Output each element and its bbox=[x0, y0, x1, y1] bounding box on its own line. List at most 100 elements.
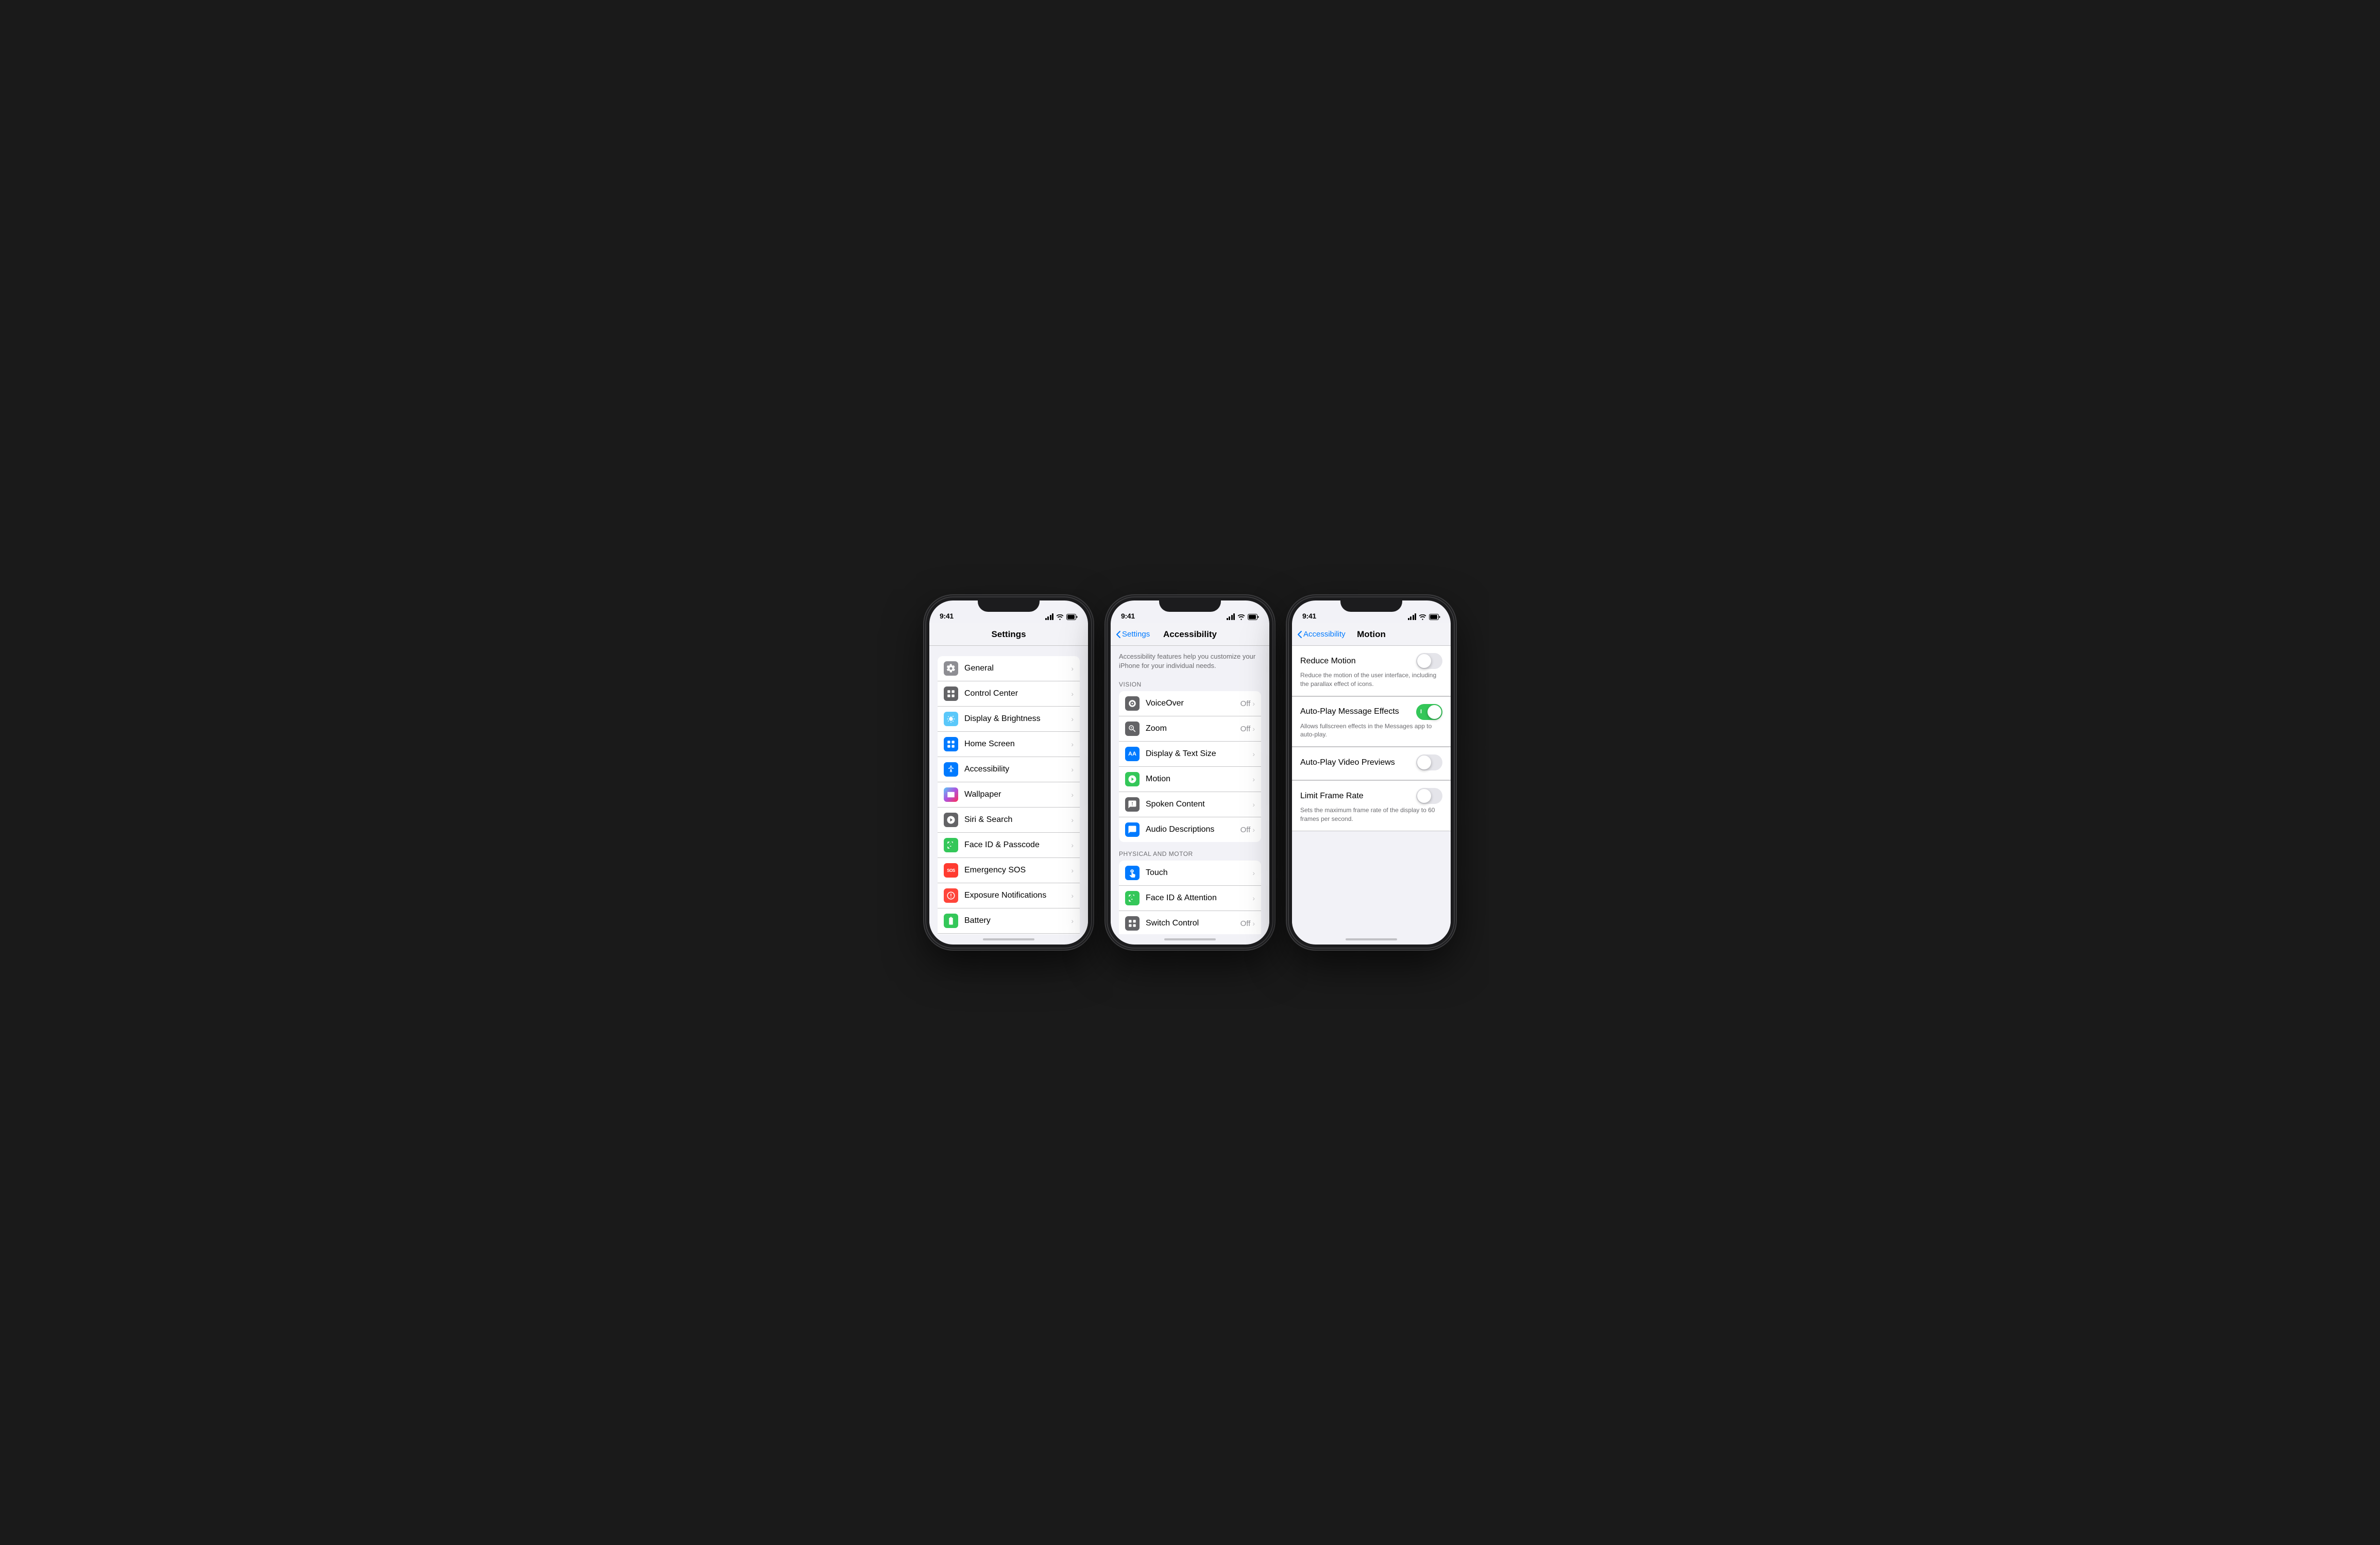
label-motion: Motion bbox=[1146, 775, 1252, 784]
row-motion[interactable]: Motion › bbox=[1119, 767, 1261, 792]
signal-bar-4 bbox=[1052, 613, 1053, 620]
wifi-icon-3 bbox=[1419, 614, 1426, 620]
sb4 bbox=[1415, 613, 1416, 620]
nav-back-3[interactable]: Accessibility bbox=[1297, 630, 1346, 639]
chevron-cc: › bbox=[1071, 690, 1074, 698]
motion-row-frame: Limit Frame Rate Sets the maximum frame … bbox=[1292, 780, 1451, 831]
toggle-reduce-motion[interactable] bbox=[1416, 653, 1442, 669]
sos-text: SOS bbox=[947, 868, 955, 873]
row-display-text[interactable]: AA Display & Text Size › bbox=[1119, 742, 1261, 767]
icon-voiceover bbox=[1125, 696, 1140, 711]
s4 bbox=[1233, 613, 1235, 620]
toggle-autoplay-msg[interactable] bbox=[1416, 704, 1442, 720]
icon-general bbox=[944, 661, 958, 676]
icon-display-text: AA bbox=[1125, 747, 1140, 761]
icon-zoom bbox=[1125, 722, 1140, 736]
faceid-att-icon bbox=[1128, 894, 1137, 903]
controlcenter-icon bbox=[946, 689, 956, 698]
chevron-general: › bbox=[1071, 664, 1074, 673]
row-exposure[interactable]: Exposure Notifications › bbox=[938, 883, 1080, 908]
icon-home-screen bbox=[944, 737, 958, 751]
row-home-screen[interactable]: Home Screen › bbox=[938, 732, 1080, 757]
row-sos[interactable]: SOS Emergency SOS › bbox=[938, 858, 1080, 883]
chevron-faceid: › bbox=[1071, 841, 1074, 849]
chevron-ad: › bbox=[1252, 826, 1255, 834]
row-control-center[interactable]: Control Center › bbox=[938, 681, 1080, 707]
voiceover-icon bbox=[1128, 699, 1137, 708]
sb2 bbox=[1410, 616, 1412, 620]
signal-bar-3 bbox=[1050, 615, 1051, 620]
chevron-dt: › bbox=[1252, 750, 1255, 758]
audiodesc-icon bbox=[1128, 825, 1137, 834]
chevron-accessibility: › bbox=[1071, 765, 1074, 774]
row-general[interactable]: General › bbox=[938, 656, 1080, 681]
settings-group-1: General › Control Center › bbox=[938, 656, 1080, 934]
home-bar-1 bbox=[983, 938, 1034, 940]
motion-title-frame: Limit Frame Rate bbox=[1300, 792, 1364, 801]
signal-bar-1 bbox=[1045, 618, 1047, 620]
back-chevron-3 bbox=[1297, 630, 1302, 639]
screen-3: 9:41 Accessibility Motion bbox=[1292, 600, 1451, 945]
value-switch-ctrl: Off bbox=[1240, 919, 1251, 928]
value-voiceover: Off bbox=[1240, 699, 1251, 708]
row-voiceover[interactable]: VoiceOver Off › bbox=[1119, 691, 1261, 716]
row-touch[interactable]: Touch › bbox=[1119, 861, 1261, 886]
row-audio-desc[interactable]: Audio Descriptions Off › bbox=[1119, 817, 1261, 842]
label-voiceover: VoiceOver bbox=[1146, 699, 1240, 708]
status-icons-2 bbox=[1227, 613, 1260, 620]
motion-desc-frame: Sets the maximum frame rate of the displ… bbox=[1300, 806, 1442, 823]
toggle-thumb-reduce bbox=[1417, 654, 1431, 668]
content-1[interactable]: General › Control Center › bbox=[929, 646, 1088, 934]
signal-bar-2 bbox=[1047, 616, 1049, 620]
nav-back-2[interactable]: Settings bbox=[1116, 630, 1150, 639]
icon-faceid-att bbox=[1125, 891, 1140, 905]
motion-row-autoplay-header: Auto-Play Message Effects bbox=[1300, 704, 1442, 720]
signal-bars-3 bbox=[1408, 613, 1417, 620]
battery-icon-3 bbox=[1429, 614, 1440, 620]
nav-title-2: Accessibility bbox=[1163, 629, 1217, 640]
row-accessibility[interactable]: Accessibility › bbox=[938, 757, 1080, 782]
toggle-frame[interactable] bbox=[1416, 788, 1442, 804]
row-zoom[interactable]: Zoom Off › bbox=[1119, 716, 1261, 742]
motion-row-video-header: Auto-Play Video Previews bbox=[1300, 754, 1442, 770]
phone-2: 9:41 Settings Accessibility Acc bbox=[1108, 597, 1272, 948]
gear-icon bbox=[946, 664, 956, 673]
icon-touch bbox=[1125, 866, 1140, 880]
notch-1 bbox=[978, 597, 1040, 612]
content-3[interactable]: Reduce Motion Reduce the motion of the u… bbox=[1292, 646, 1451, 934]
nav-bar-2: Settings Accessibility bbox=[1111, 623, 1269, 646]
chevron-wallpaper: › bbox=[1071, 791, 1074, 799]
label-control-center: Control Center bbox=[964, 689, 1071, 698]
content-2[interactable]: Accessibility features help you customiz… bbox=[1111, 646, 1269, 934]
faceid-icon bbox=[946, 840, 956, 850]
brightness-icon bbox=[946, 714, 956, 724]
label-accessibility: Accessibility bbox=[964, 765, 1071, 774]
chevron-home: › bbox=[1071, 740, 1074, 748]
chevron-fia: › bbox=[1252, 894, 1255, 902]
row-display[interactable]: Display & Brightness › bbox=[938, 707, 1080, 732]
toggle-video[interactable] bbox=[1416, 754, 1442, 770]
row-wallpaper[interactable]: Wallpaper › bbox=[938, 782, 1080, 808]
row-battery[interactable]: Battery › bbox=[938, 908, 1080, 934]
label-zoom: Zoom bbox=[1146, 724, 1240, 733]
phone-1: 9:41 Settings bbox=[926, 597, 1091, 948]
row-switch-ctrl[interactable]: Switch Control Off › bbox=[1119, 911, 1261, 934]
motion-group-1: Reduce Motion Reduce the motion of the u… bbox=[1292, 646, 1451, 831]
bottom-padding-3 bbox=[1292, 831, 1451, 842]
signal-bars-2 bbox=[1227, 613, 1235, 620]
row-spoken[interactable]: Spoken Content › bbox=[1119, 792, 1261, 817]
spoken-icon bbox=[1128, 800, 1137, 809]
chevron-touch: › bbox=[1252, 869, 1255, 877]
accessibility-icon bbox=[946, 765, 956, 774]
row-siri[interactable]: Siri & Search › bbox=[938, 808, 1080, 833]
status-icons-3 bbox=[1408, 613, 1441, 620]
back-chevron-2 bbox=[1116, 630, 1121, 639]
motion-title-reduce: Reduce Motion bbox=[1300, 657, 1356, 666]
touch-icon bbox=[1128, 868, 1137, 878]
row-faceid-att[interactable]: Face ID & Attention › bbox=[1119, 886, 1261, 911]
motion-row-frame-header: Limit Frame Rate bbox=[1300, 788, 1442, 804]
toggle-thumb-video bbox=[1417, 756, 1431, 769]
homescreen-icon bbox=[946, 740, 956, 749]
acc-group-physical: Touch › Face ID & Attention › Switch Con… bbox=[1119, 861, 1261, 934]
row-faceid[interactable]: Face ID & Passcode › bbox=[938, 833, 1080, 858]
